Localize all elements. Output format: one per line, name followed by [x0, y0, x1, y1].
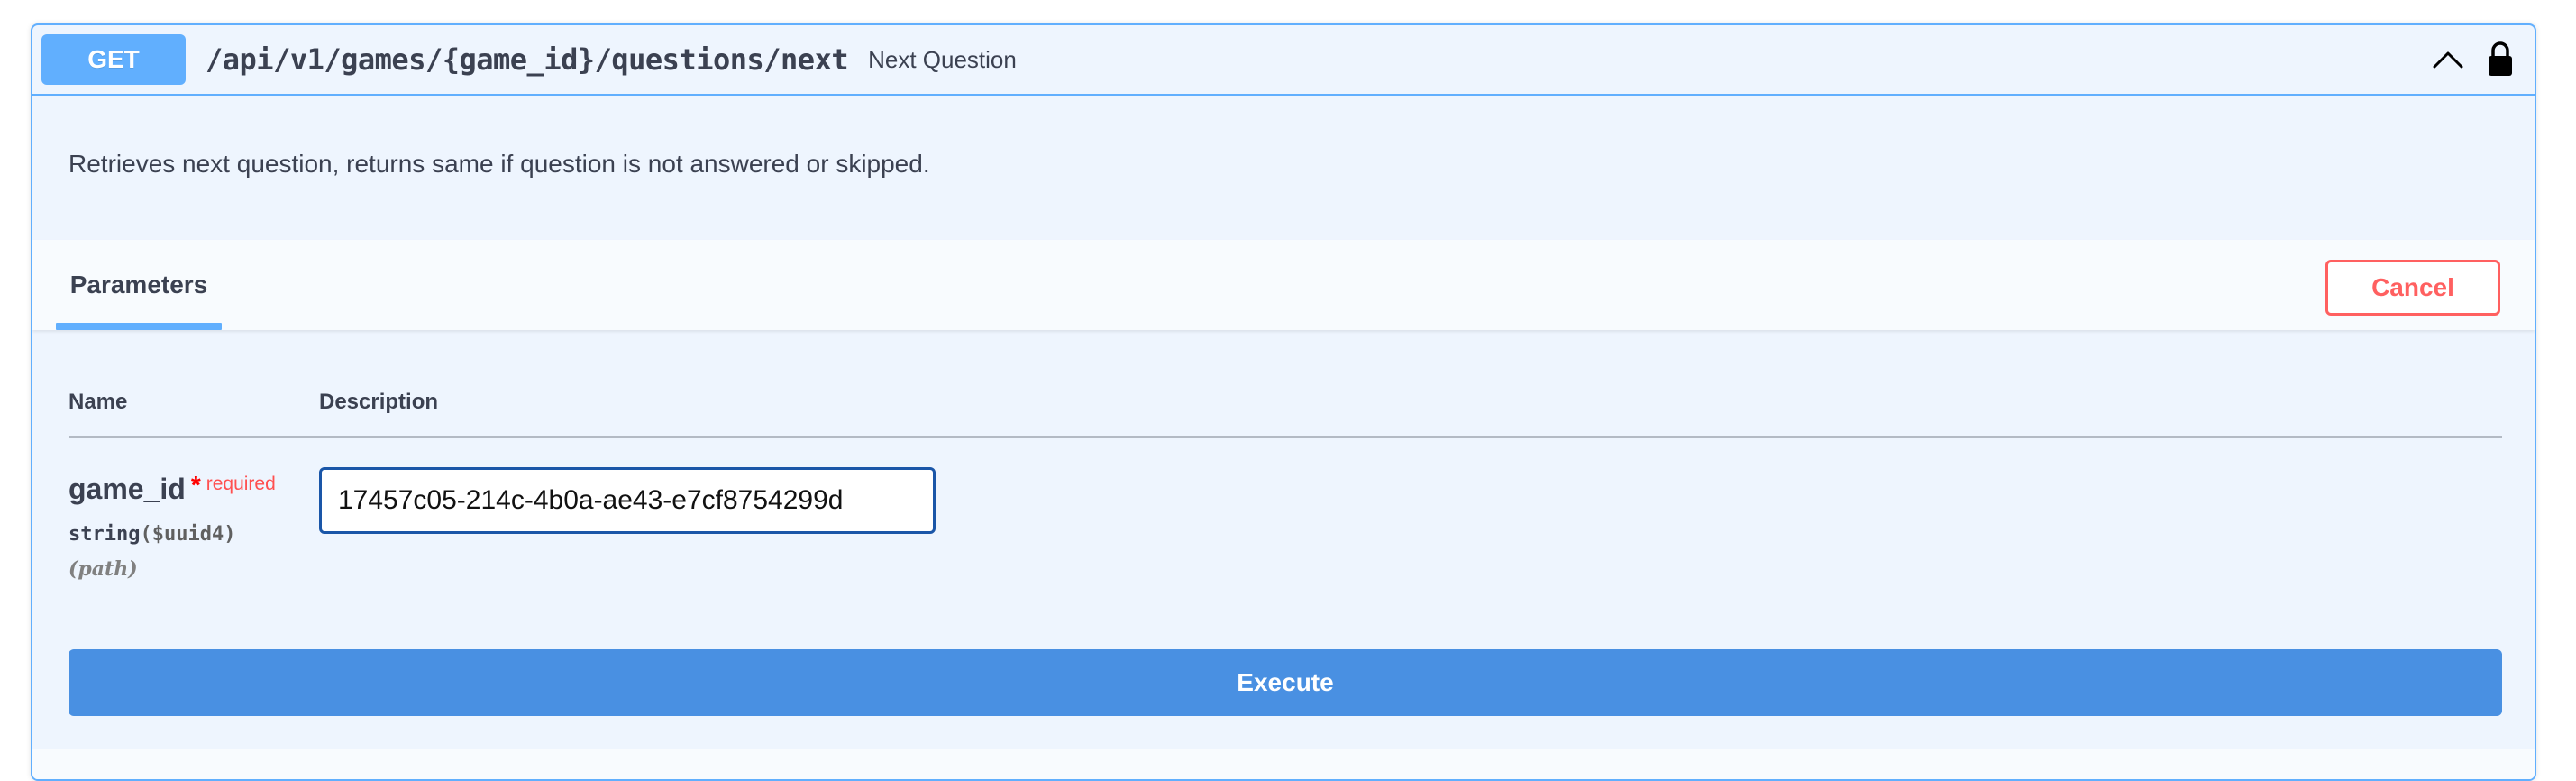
- execute-button[interactable]: Execute: [69, 649, 2502, 716]
- operation-description: Retrieves next question, returns same if…: [69, 150, 930, 178]
- table-header-divider: [69, 436, 2502, 438]
- required-star: *: [190, 471, 201, 499]
- column-header-description: Description: [319, 390, 439, 414]
- parameter-name: game_id * required: [69, 471, 276, 506]
- operation-summary[interactable]: GET /api/v1/games/{game_id}/questions/ne…: [32, 25, 2535, 96]
- parameter-name-text: game_id: [69, 473, 186, 505]
- parameter-location: (path): [69, 557, 138, 581]
- responses-section-edge: [32, 749, 2535, 779]
- parameters-header: Parameters Cancel: [32, 240, 2535, 330]
- http-method-badge: GET: [41, 34, 186, 85]
- parameter-format: ($uuid4): [140, 523, 236, 546]
- parameter-type-text: string: [69, 523, 141, 546]
- lock-icon[interactable]: [2482, 40, 2518, 79]
- tab-active-indicator: [56, 323, 222, 330]
- operation-summary-text: Next Question: [868, 45, 1017, 73]
- operation-block: GET /api/v1/games/{game_id}/questions/ne…: [31, 23, 2536, 781]
- game-id-input[interactable]: [319, 467, 936, 534]
- parameter-type: string($uuid4): [69, 523, 235, 546]
- chevron-up-icon[interactable]: [2430, 41, 2466, 78]
- column-header-name: Name: [69, 390, 128, 414]
- tab-parameters[interactable]: Parameters: [56, 240, 222, 330]
- endpoint-path: /api/v1/games/{game_id}/questions/next: [206, 42, 849, 77]
- required-label: required: [206, 473, 276, 494]
- cancel-button[interactable]: Cancel: [2325, 260, 2500, 316]
